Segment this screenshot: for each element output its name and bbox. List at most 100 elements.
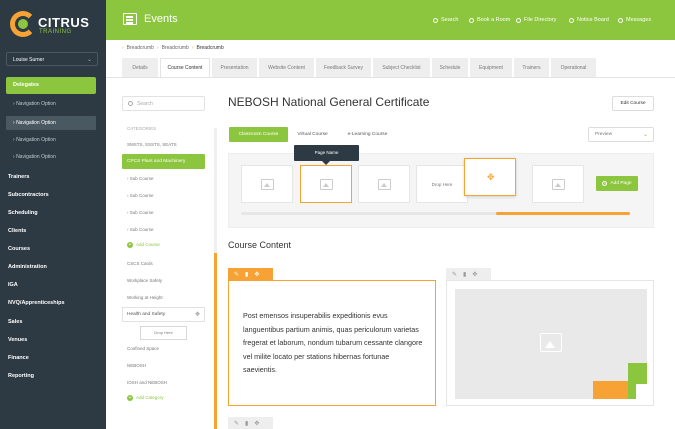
sub-course-item[interactable]: › Sub Course xyxy=(127,227,154,232)
sidebar-sub-item[interactable]: › Navigation Option xyxy=(6,97,96,111)
page-thumbnail-dragging[interactable]: ✥ xyxy=(464,158,516,196)
plus-icon: + xyxy=(127,242,133,248)
tab-elearning-course[interactable]: e-Learning Course xyxy=(340,127,395,142)
nav-file-directory[interactable]: File Directory xyxy=(516,17,556,23)
page-thumbnail[interactable] xyxy=(532,165,584,203)
image-icon xyxy=(552,179,565,190)
sidebar-sub-item[interactable]: › Navigation Option xyxy=(6,133,96,147)
tab-subject-checklist[interactable]: Subject Checklist xyxy=(373,58,430,77)
tab-equipment[interactable]: Equipment xyxy=(470,58,512,77)
add-category-button[interactable]: + Add Category xyxy=(127,395,164,401)
message-icon xyxy=(618,17,623,23)
sub-course-item[interactable]: › Sub Course xyxy=(127,176,154,181)
category-item[interactable]: SMSTS, SSSTS, SEATS xyxy=(127,142,177,147)
category-item[interactable]: Working at Height xyxy=(127,295,163,300)
logo-name: CITRUS xyxy=(38,15,90,30)
category-item[interactable]: CSCS Cards xyxy=(127,261,153,266)
breadcrumb-link[interactable]: Breadcrumb xyxy=(127,45,154,51)
edit-icon[interactable]: ✎ xyxy=(234,420,239,427)
tab-virtual-course[interactable]: Virtual Course xyxy=(290,127,335,142)
preview-select[interactable]: Preview ⌄ xyxy=(588,127,654,142)
user-name: Louise Surner xyxy=(13,57,45,63)
category-item-dragging[interactable]: Health and Safety ✥ xyxy=(122,307,205,322)
search-input[interactable]: Search xyxy=(122,96,205,111)
sidebar-item-sales[interactable]: Sales xyxy=(8,319,22,325)
trash-icon[interactable]: ▮ xyxy=(245,420,248,427)
sidebar-item-reporting[interactable]: Reporting xyxy=(8,373,34,379)
citrus-logo[interactable]: CITRUS TRAINING xyxy=(10,11,90,41)
page-title: Events xyxy=(144,13,178,25)
search-placeholder: Search xyxy=(137,101,153,107)
chevron-down-icon: ⌄ xyxy=(86,57,92,63)
sidebar-item-subcontractors[interactable]: Subcontractors xyxy=(8,192,49,198)
sidebar: CITRUS TRAINING Louise Surner ⌄ Delegate… xyxy=(0,0,106,429)
tab-website-content[interactable]: Website Content xyxy=(259,58,314,77)
move-icon[interactable]: ✥ xyxy=(254,420,259,427)
sidebar-item-delegates[interactable]: Delegates xyxy=(6,77,96,94)
move-icon[interactable]: ✥ xyxy=(254,271,259,278)
nav-messages[interactable]: Messages xyxy=(618,17,651,23)
move-icon[interactable]: ✥ xyxy=(472,271,477,278)
tabs-divider xyxy=(106,77,675,78)
tab-trainers[interactable]: Trainers xyxy=(514,58,549,77)
page-thumbnail[interactable] xyxy=(358,165,410,203)
category-item[interactable]: Confined Space xyxy=(127,346,159,351)
image-placeholder xyxy=(455,289,647,399)
trash-icon[interactable]: ▮ xyxy=(463,271,466,278)
sidebar-item-trainers[interactable]: Trainers xyxy=(8,174,29,180)
drop-zone[interactable]: Drop Here xyxy=(140,326,187,340)
pages-scrollbar-thumb[interactable] xyxy=(496,212,630,215)
next-block-toolbar: ✎ ▮ ✥ xyxy=(228,417,273,429)
move-icon[interactable]: ✥ xyxy=(195,311,200,318)
image-icon xyxy=(378,179,391,190)
tab-classroom-course[interactable]: Classroom Course xyxy=(229,127,288,142)
user-select[interactable]: Louise Surner ⌄ xyxy=(6,52,98,66)
page-drop-zone[interactable]: Drop Here xyxy=(416,165,468,203)
trash-icon[interactable]: ▮ xyxy=(245,271,248,278)
sidebar-item-courses[interactable]: Courses xyxy=(8,246,30,252)
search-icon xyxy=(128,101,133,106)
sidebar-item-nvq[interactable]: NVQ/Apprenticeships xyxy=(8,300,65,306)
sidebar-item-iga[interactable]: IGA xyxy=(8,282,18,288)
tab-presentation[interactable]: Presentation xyxy=(212,58,257,77)
tab-course-content[interactable]: Course Content xyxy=(160,58,210,77)
text-content-block[interactable]: Post emensos insuperabilis expeditionis … xyxy=(228,280,436,406)
nav-notice-board[interactable]: Notice Board xyxy=(569,17,609,23)
sidebar-item-scheduling[interactable]: Scheduling xyxy=(8,210,38,216)
category-item[interactable]: NEBOSH xyxy=(127,363,146,368)
page-thumbnail[interactable] xyxy=(241,165,293,203)
citrus-logo-icon xyxy=(10,11,36,37)
breadcrumb-link[interactable]: Breadcrumb xyxy=(162,45,189,51)
folder-icon xyxy=(516,17,521,23)
nav-book-room[interactable]: Book a Room xyxy=(469,17,510,23)
sub-course-item[interactable]: › Sub Course xyxy=(127,193,154,198)
category-item-active[interactable]: CPCS Plant and Machinery xyxy=(122,154,205,169)
image-icon xyxy=(320,179,333,190)
breadcrumb-current: Breadcrumb xyxy=(196,45,224,51)
page-thumbnail-selected[interactable] xyxy=(300,165,352,203)
sidebar-item-finance[interactable]: Finance xyxy=(8,355,29,361)
category-item[interactable]: Workplace Safety xyxy=(127,278,162,283)
tab-details[interactable]: Details xyxy=(122,58,158,77)
nav-search[interactable]: Search xyxy=(433,17,458,23)
sidebar-sub-item[interactable]: › Navigation Option xyxy=(6,150,96,164)
image-content-block[interactable] xyxy=(446,280,654,406)
add-course-button[interactable]: + Add Course xyxy=(127,242,160,248)
edit-icon[interactable]: ✎ xyxy=(452,271,457,278)
edit-icon[interactable]: ✎ xyxy=(234,271,239,278)
category-item[interactable]: IOSH and NEBOSH xyxy=(127,380,167,385)
sidebar-item-clients[interactable]: Clients xyxy=(8,228,26,234)
tab-feedback-survey[interactable]: Feedback Survey xyxy=(316,58,371,77)
tab-operational[interactable]: Operational xyxy=(551,58,596,77)
sidebar-item-administration[interactable]: Administration xyxy=(8,264,47,270)
sidebar-item-venues[interactable]: Venues xyxy=(8,337,27,343)
section-title: Course Content xyxy=(228,240,292,250)
sub-course-item[interactable]: › Sub Course xyxy=(127,210,154,215)
tree-scrollbar-thumb[interactable] xyxy=(214,253,217,429)
edit-course-button[interactable]: Edit Course xyxy=(612,96,654,111)
add-page-button[interactable]: + Add Page xyxy=(596,176,638,191)
sidebar-sub-item-active[interactable]: › Navigation Option xyxy=(6,116,96,130)
tab-schedule[interactable]: Schedule xyxy=(432,58,468,77)
decor-fold xyxy=(636,384,647,399)
search-icon xyxy=(433,17,438,23)
